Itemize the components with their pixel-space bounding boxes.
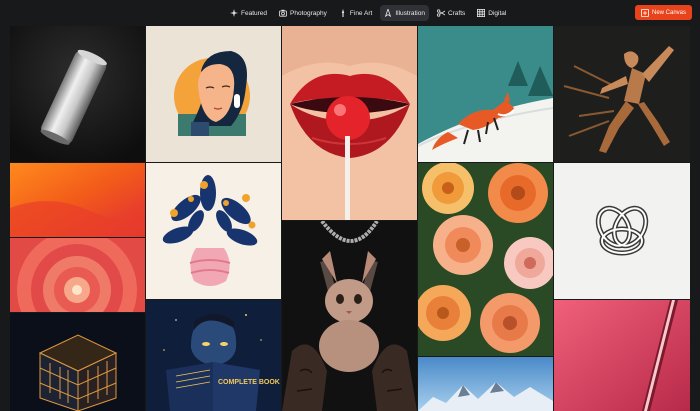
tile-sphynx-cat-hands[interactable] <box>282 221 417 411</box>
gallery-grid: COMPLETE BOOK <box>10 26 690 411</box>
tab-crafts[interactable]: Crafts <box>433 5 469 21</box>
tile-woman-portrait-illustration[interactable] <box>146 26 281 162</box>
tile-vase-plant-illustration[interactable] <box>146 163 281 299</box>
camera-icon <box>279 9 288 17</box>
top-bar: Featured Photography Fine Art Illustrati… <box>0 0 700 26</box>
grid-icon <box>477 9 486 17</box>
tile-lips-lollipop[interactable] <box>282 26 417 220</box>
scissors-icon <box>436 9 445 17</box>
tile-fox-snow[interactable] <box>418 26 553 162</box>
book-cover-text: COMPLETE BOOK <box>218 379 280 386</box>
tab-featured-label: Featured <box>241 9 268 17</box>
category-nav: Featured Photography Fine Art Illustrati… <box>226 5 510 21</box>
tab-fine-art[interactable]: Fine Art <box>335 5 376 21</box>
tile-pink-stick[interactable] <box>554 300 690 411</box>
tile-mountains[interactable] <box>418 357 553 411</box>
tab-featured[interactable]: Featured <box>226 5 271 21</box>
canvas-plus-icon <box>640 8 649 17</box>
tile-flowers-dahlias[interactable] <box>418 163 553 356</box>
tile-glass-cube[interactable] <box>10 313 145 411</box>
tab-photography-label: Photography <box>290 9 327 17</box>
tile-knot-3d[interactable] <box>554 163 690 299</box>
tile-book-reader-illustration[interactable]: COMPLETE BOOK <box>146 300 281 411</box>
tab-photography[interactable]: Photography <box>275 5 331 21</box>
tab-digital[interactable]: Digital <box>473 5 510 21</box>
tab-crafts-label: Crafts <box>447 9 466 17</box>
pen-icon <box>385 9 392 17</box>
brush-icon <box>341 9 345 17</box>
tab-digital-label: Digital <box>488 9 507 17</box>
tile-orange-gradient[interactable] <box>10 163 145 237</box>
sparkle-icon <box>230 9 238 17</box>
tab-illustration-label: Illustration <box>395 9 425 17</box>
new-canvas-label: New Canvas <box>651 9 686 16</box>
new-canvas-button[interactable]: New Canvas <box>634 5 692 20</box>
tab-fine-art-label: Fine Art <box>349 9 373 17</box>
tile-pink-tunnel[interactable] <box>10 238 145 312</box>
tile-dancer-motion[interactable] <box>554 26 690 162</box>
tile-aluminum-can[interactable] <box>10 26 145 162</box>
tab-illustration[interactable]: Illustration <box>380 5 429 21</box>
